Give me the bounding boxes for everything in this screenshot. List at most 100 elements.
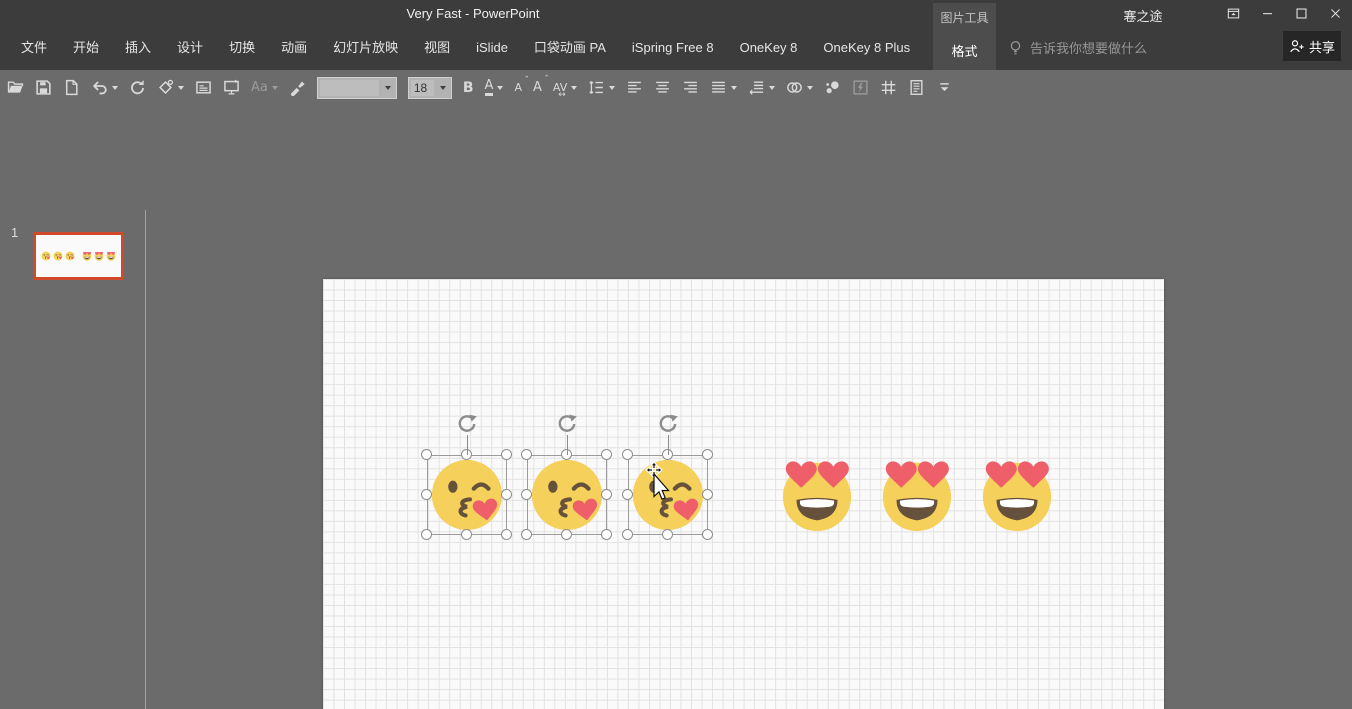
resize-handle[interactable] (622, 529, 633, 540)
resize-handle[interactable] (561, 529, 572, 540)
save-glyph (35, 79, 52, 96)
minimize-icon[interactable] (1250, 0, 1284, 26)
tab-文件[interactable]: 文件 (8, 26, 60, 70)
draw-shape-dropdown-icon[interactable] (178, 86, 184, 90)
resize-handle[interactable] (421, 449, 432, 460)
resize-handle[interactable] (662, 529, 673, 540)
tab-iSpring Free 8[interactable]: iSpring Free 8 (619, 26, 727, 70)
resize-handle[interactable] (461, 529, 472, 540)
more-commands-icon[interactable] (936, 76, 953, 100)
search-input[interactable] (1030, 41, 1180, 56)
tab-切换[interactable]: 切换 (216, 26, 268, 70)
decrease-indent-icon[interactable] (748, 76, 775, 100)
save-icon[interactable] (35, 76, 52, 100)
font-size-dropdown-icon[interactable] (436, 78, 451, 98)
resize-handle[interactable] (421, 529, 432, 540)
resize-handle[interactable] (702, 489, 713, 500)
char-spacing-button[interactable]: AV↔ (553, 76, 577, 100)
merge-shapes-dropdown-icon[interactable] (807, 86, 813, 90)
animation-effects-icon[interactable] (824, 76, 841, 100)
draw-shape-icon[interactable] (157, 76, 184, 100)
start-slideshow-icon[interactable] (223, 76, 240, 100)
share-label: 共享 (1309, 37, 1335, 56)
resize-handle[interactable] (702, 529, 713, 540)
undo-icon[interactable] (91, 76, 118, 100)
rotate-handle-icon[interactable] (456, 413, 478, 435)
maximize-icon[interactable] (1284, 0, 1318, 26)
decrease-indent-dropdown-icon[interactable] (769, 86, 775, 90)
justify-icon[interactable] (710, 76, 737, 100)
justify-dropdown-icon[interactable] (731, 86, 737, 90)
undo-dropdown-icon[interactable] (112, 86, 118, 90)
tab-插入[interactable]: 插入 (112, 26, 164, 70)
panel-divider[interactable] (145, 210, 146, 709)
resize-handle[interactable] (501, 489, 512, 500)
resize-handle[interactable] (622, 449, 633, 460)
share-button[interactable]: 共享 (1283, 31, 1341, 61)
align-right-icon[interactable] (682, 76, 699, 100)
resize-handle[interactable] (421, 489, 432, 500)
font-name-dropdown-icon[interactable] (381, 78, 396, 98)
tab-口袋动画 PA[interactable]: 口袋动画 PA (521, 26, 619, 70)
align-center-icon[interactable] (654, 76, 671, 100)
tab-幻灯片放映[interactable]: 幻灯片放映 (320, 26, 411, 70)
alt-text-icon[interactable] (195, 76, 212, 100)
font-color-dropdown-icon[interactable] (497, 86, 503, 90)
animation-pane-icon (852, 76, 869, 100)
font-size-combo[interactable]: 18 (408, 76, 452, 100)
format-painter-icon[interactable] (289, 76, 306, 100)
rotate-handle-icon[interactable] (657, 413, 679, 435)
resize-handle[interactable] (601, 489, 612, 500)
font-color-button[interactable]: A (485, 76, 504, 100)
gridlines-icon[interactable] (880, 76, 897, 100)
tab-format[interactable]: 格式 (933, 41, 996, 60)
new-file-icon[interactable] (63, 76, 80, 100)
workspace: 1 (0, 105, 1352, 709)
resize-handle[interactable] (521, 489, 532, 500)
tab-开始[interactable]: 开始 (60, 26, 112, 70)
tell-me-search[interactable] (1008, 33, 1268, 63)
resize-handle[interactable] (521, 529, 532, 540)
resize-handle[interactable] (601, 449, 612, 460)
resize-handle[interactable] (601, 529, 612, 540)
font-size-value[interactable]: 18 (411, 80, 434, 96)
line-spacing-icon[interactable] (588, 76, 615, 100)
share-person-icon (1289, 39, 1304, 54)
emoji-heart-eyes[interactable] (878, 455, 956, 533)
resize-handle[interactable] (521, 449, 532, 460)
rotate-handle-icon[interactable] (556, 413, 578, 435)
tab-视图[interactable]: 视图 (411, 26, 463, 70)
emoji-heart-eyes[interactable] (778, 455, 856, 533)
resize-handle[interactable] (702, 449, 713, 460)
redo-glyph (129, 79, 146, 96)
change-case-dropdown-icon (272, 86, 278, 90)
tab-OneKey 8[interactable]: OneKey 8 (727, 26, 811, 70)
emoji-heart-eyes[interactable] (978, 455, 1056, 533)
justify-glyph (710, 79, 727, 96)
shrink-font-button[interactable]: Aˇ (514, 76, 522, 100)
resize-handle[interactable] (501, 449, 512, 460)
tab-动画[interactable]: 动画 (268, 26, 320, 70)
tab-OneKey 8 Plus[interactable]: OneKey 8 Plus (810, 26, 923, 70)
open-icon[interactable] (7, 76, 24, 100)
resize-handle[interactable] (622, 489, 633, 500)
ribbon-display-options-icon[interactable] (1216, 0, 1250, 26)
close-icon[interactable] (1318, 0, 1352, 26)
char-spacing-dropdown-icon[interactable] (571, 86, 577, 90)
align-left-icon[interactable] (626, 76, 643, 100)
line-spacing-dropdown-icon[interactable] (609, 86, 615, 90)
heart-eyes-image (778, 455, 856, 533)
thumbnail-emoji-heart-eyes (82, 251, 92, 261)
bold-button[interactable]: B (463, 76, 474, 100)
notes-icon[interactable] (908, 76, 925, 100)
redo-icon[interactable] (129, 76, 146, 100)
resize-handle[interactable] (501, 529, 512, 540)
font-name-combo[interactable] (317, 76, 397, 100)
merge-shapes-icon[interactable] (786, 76, 813, 100)
tab-iSlide[interactable]: iSlide (463, 26, 521, 70)
font-name-value[interactable] (320, 80, 379, 96)
slide-canvas[interactable] (323, 279, 1164, 709)
grow-font-button[interactable]: Aˆ (533, 76, 542, 100)
slide-thumbnail[interactable] (33, 232, 124, 280)
tab-设计[interactable]: 设计 (164, 26, 216, 70)
